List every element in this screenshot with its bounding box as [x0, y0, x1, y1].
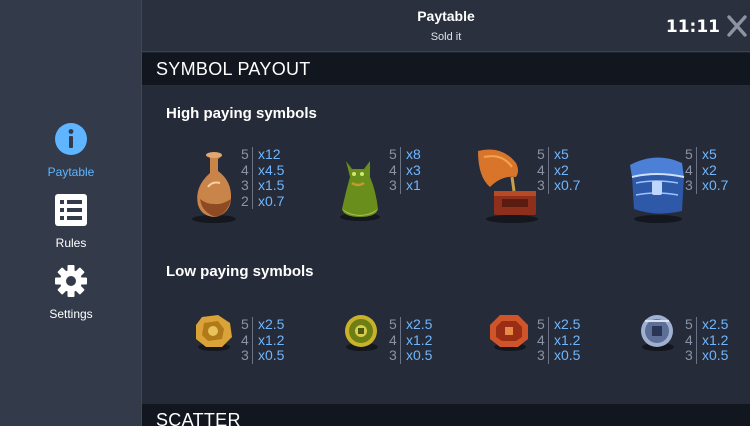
symbol-vase: 5 x12 4 x4.5 3 x1.5 2 x0.7 — [156, 146, 296, 227]
page-title: Paytable — [417, 8, 475, 24]
symbol-green-coin: 5 x2.5 4 x1.2 3 x0.5 — [304, 315, 444, 397]
gramophone-icon — [478, 149, 538, 223]
symbol-chest: 5 x5 4 x2 3 x0.7 — [600, 146, 740, 227]
payout-list: 5 x2.5 4 x1.2 3 x0.5 — [537, 316, 581, 364]
chest-icon — [630, 157, 685, 223]
symbol-red-coin: 5 x2.5 4 x1.2 3 x0.5 — [452, 315, 592, 397]
payout-list: 5 x2.5 4 x1.2 3 x0.5 — [685, 316, 729, 364]
sidebar-item-settings[interactable]: Settings — [0, 264, 142, 321]
symbol-gramophone: 5 x5 4 x2 3 x0.7 — [452, 146, 592, 227]
sidebar-item-paytable[interactable]: Paytable — [0, 122, 142, 179]
gold-coin-icon — [196, 315, 232, 351]
silver-coin-icon — [641, 315, 674, 351]
payout-list: 5 x2.5 4 x1.2 3 x0.5 — [389, 316, 433, 364]
list-icon — [55, 194, 87, 226]
section-header-scatter: SCATTER — [142, 404, 750, 426]
green-coin-icon — [345, 315, 378, 351]
section-header-symbol-payout: SYMBOL PAYOUT — [142, 53, 750, 85]
payout-list: 5 x8 4 x3 3 x1 — [389, 146, 421, 194]
sidebar-item-rules[interactable]: Rules — [0, 193, 142, 250]
low-paying-title: Low paying symbols — [166, 263, 314, 280]
symbol-cat: 5 x8 4 x3 3 x1 — [304, 146, 444, 227]
section-title: SCATTER — [156, 410, 241, 426]
high-paying-title: High paying symbols — [166, 105, 317, 122]
section-title: SYMBOL PAYOUT — [156, 59, 311, 79]
cat-statue-icon — [340, 161, 380, 221]
sidebar-item-label: Paytable — [47, 165, 95, 179]
payout-list: 5 x2.5 4 x1.2 3 x0.5 — [241, 316, 285, 364]
payout-list: 5 x5 4 x2 3 x0.7 — [685, 146, 729, 194]
gear-icon — [55, 265, 87, 297]
close-icon[interactable] — [726, 14, 748, 38]
payout-list: 5 x12 4 x4.5 3 x1.5 2 x0.7 — [241, 146, 285, 209]
header: Paytable Sold it 11:11 — [142, 0, 750, 52]
red-coin-icon — [490, 315, 528, 351]
symbol-gold-coin: 5 x2.5 4 x1.2 3 x0.5 — [156, 315, 296, 397]
symbol-silver-coin: 5 x2.5 4 x1.2 3 x0.5 — [600, 315, 740, 397]
vase-icon — [192, 152, 236, 223]
sidebar-item-label: Rules — [55, 236, 87, 250]
clock: 11:11 — [665, 17, 720, 37]
sidebar: Paytable Rules Settings — [0, 0, 142, 426]
info-icon — [55, 123, 87, 155]
payout-list: 5 x5 4 x2 3 x0.7 — [537, 146, 581, 194]
page-subtitle: Sold it — [430, 31, 462, 43]
payout-content: High paying symbols 5 x12 4 x4.5 3 x1.5 2 x0… — [142, 85, 750, 404]
sidebar-item-label: Settings — [49, 307, 93, 321]
paytable-screen: Paytable Rules Settings Paytable Sold it… — [0, 0, 750, 426]
